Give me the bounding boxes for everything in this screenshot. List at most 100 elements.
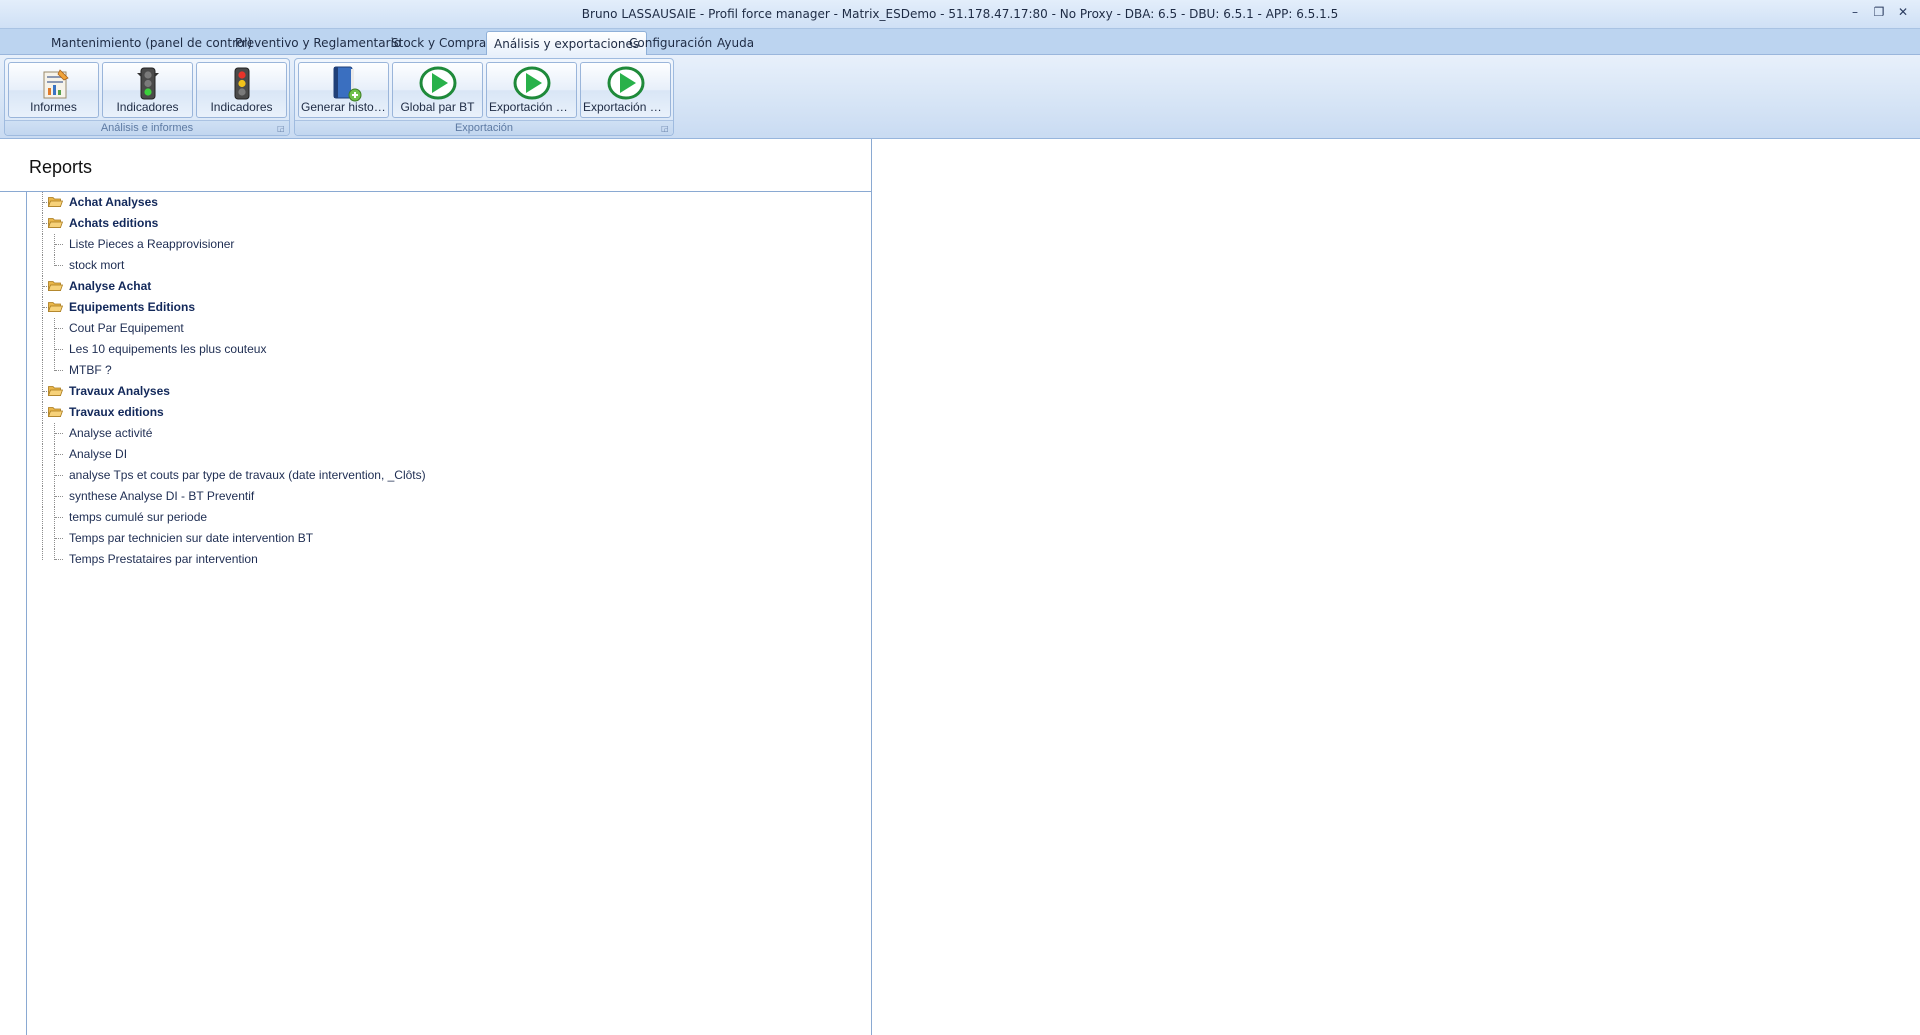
- title-bar: Bruno LASSAUSAIE - Profil force manager …: [0, 0, 1920, 29]
- reports-panel: Reports Achat Analyses Achats editions Lis…: [0, 139, 872, 1035]
- traffic-light-green-icon: [136, 67, 159, 100]
- ribbon: Informes Indicadores Indicadores Análisi…: [0, 55, 1920, 139]
- folder-open-icon: [48, 386, 63, 396]
- tree-leaf-label: Temps Prestataires par intervention: [69, 552, 258, 566]
- dialog-launcher-icon[interactable]: ◲: [661, 124, 670, 133]
- tree-guide-line: [42, 444, 43, 465]
- folder-open-icon: [48, 302, 63, 312]
- exportacion-g-button-1[interactable]: Exportación G...: [486, 62, 577, 118]
- tree-guide-line: [55, 328, 63, 329]
- group-label-exportacion: Exportación: [295, 120, 673, 135]
- indicadores-red-button[interactable]: Indicadores: [196, 62, 287, 118]
- panel-title: Reports: [29, 157, 93, 177]
- tree-guide-line: [42, 360, 43, 381]
- tree-leaf[interactable]: synthese Analyse DI - BT Preventif: [27, 486, 867, 507]
- tree-leaf-label: analyse Tps et couts par type de travaux…: [69, 468, 426, 482]
- tree-guide-line: [42, 486, 43, 507]
- tree-guide-line: [42, 528, 43, 549]
- global-par-bt-button[interactable]: Global par BT: [392, 62, 483, 118]
- indicadores-green-button[interactable]: Indicadores: [102, 62, 193, 118]
- tree-guide-line: [42, 507, 43, 528]
- indicadores-green-label: Indicadores: [116, 100, 179, 114]
- tree-folder-label: Analyse Achat: [69, 279, 152, 293]
- tree-leaf-label: Analyse activité: [69, 426, 153, 440]
- tree-folder[interactable]: Achats editions: [27, 213, 867, 234]
- tree-guide-line: [55, 496, 63, 497]
- tab-preventivo[interactable]: Preventivo y Reglamentario: [228, 31, 408, 55]
- tree-guide-line: [42, 549, 43, 560]
- tree-guide-line: [55, 475, 63, 476]
- tree-leaf-label: Temps par technicien sur date interventi…: [69, 531, 314, 545]
- tree-folder[interactable]: Travaux Analyses: [27, 381, 867, 402]
- tree-leaf[interactable]: analyse Tps et couts par type de travaux…: [27, 465, 867, 486]
- minimize-button[interactable]: –: [1846, 4, 1864, 20]
- tab-ayuda[interactable]: Ayuda: [710, 31, 761, 55]
- tree-folder[interactable]: Travaux editions: [27, 402, 867, 423]
- generar-historico-label: Generar histori...: [301, 100, 386, 114]
- exportacion-g-label-2: Exportación G...: [583, 100, 668, 114]
- folder-open-icon: [48, 218, 63, 228]
- tree-leaf[interactable]: Analyse DI: [27, 444, 867, 465]
- tree-guide-line: [55, 538, 63, 539]
- tree-guide-line: [42, 234, 43, 255]
- indicadores-red-label: Indicadores: [210, 100, 273, 114]
- exportacion-g-label-1: Exportación G...: [489, 100, 574, 114]
- maximize-button[interactable]: ❐: [1870, 4, 1888, 20]
- tab-configuracion[interactable]: Configuración: [622, 31, 719, 55]
- tree-folder-label: Travaux editions: [69, 405, 164, 419]
- tree-leaf-label: MTBF ?: [69, 363, 112, 377]
- group-label-analisis: Análisis e informes: [5, 120, 289, 135]
- tree-folder-label: Achats editions: [69, 216, 159, 230]
- play-icon: [419, 66, 456, 100]
- book-add-icon: [333, 66, 361, 102]
- tree-guide-line: [55, 433, 63, 434]
- tree-leaf[interactable]: Analyse activité: [27, 423, 867, 444]
- tree-leaf[interactable]: Liste Pieces a Reapprovisioner: [27, 234, 867, 255]
- menu-bar: Mantenimiento (panel de control) Prevent…: [0, 29, 1920, 55]
- informes-button[interactable]: Informes: [8, 62, 99, 118]
- tree-folder[interactable]: Equipements Editions: [27, 297, 867, 318]
- generar-historico-button[interactable]: Generar histori...: [298, 62, 389, 118]
- content-area: [873, 139, 1920, 1035]
- tree-leaf[interactable]: stock mort: [27, 255, 867, 276]
- tree-leaf[interactable]: Temps Prestataires par intervention: [27, 549, 867, 570]
- tree-guide-line: [42, 318, 43, 339]
- tree-guide-line: [42, 255, 43, 276]
- tree-leaf[interactable]: temps cumulé sur periode: [27, 507, 867, 528]
- tree-guide-line: [55, 244, 63, 245]
- tab-stock-compras[interactable]: Stock y Compras: [384, 31, 500, 55]
- tree-guide-line: [42, 423, 43, 444]
- ribbon-group-analisis: Informes Indicadores Indicadores Análisi…: [4, 58, 290, 136]
- tree-folder[interactable]: Achat Analyses: [27, 192, 867, 213]
- tree-leaf[interactable]: MTBF ?: [27, 360, 867, 381]
- traffic-light-red-icon: [234, 67, 249, 100]
- tree-folder-label: Travaux Analyses: [69, 384, 170, 398]
- close-button[interactable]: ✕: [1894, 4, 1912, 20]
- tree-guide-line: [55, 370, 63, 371]
- tree-leaf-label: Analyse DI: [69, 447, 128, 461]
- folder-open-icon: [48, 281, 63, 291]
- tree-leaf[interactable]: Les 10 equipements les plus couteux: [27, 339, 867, 360]
- tree-folder-label: Equipements Editions: [69, 300, 196, 314]
- tree-guide-line: [55, 517, 63, 518]
- tree-guide-line: [55, 559, 63, 560]
- tree-leaf-label: Les 10 equipements les plus couteux: [69, 342, 267, 356]
- app-window: Bruno LASSAUSAIE - Profil force manager …: [0, 0, 1920, 1035]
- reports-tree[interactable]: Achat Analyses Achats editions Liste Piece…: [26, 192, 872, 1035]
- play-icon: [607, 66, 644, 100]
- folder-open-icon: [48, 407, 63, 417]
- exportacion-g-button-2[interactable]: Exportación G...: [580, 62, 671, 118]
- tree-folder-label: Achat Analyses: [69, 195, 158, 209]
- tree-leaf-label: Liste Pieces a Reapprovisioner: [69, 237, 235, 251]
- tree-guide-line: [55, 454, 63, 455]
- dialog-launcher-icon[interactable]: ◲: [277, 124, 286, 133]
- tree-leaf[interactable]: Cout Par Equipement: [27, 318, 867, 339]
- window-controls: – ❐ ✕: [1846, 4, 1912, 20]
- tree-leaf[interactable]: Temps par technicien sur date interventi…: [27, 528, 867, 549]
- tree-folder[interactable]: Analyse Achat: [27, 276, 867, 297]
- tree-guide-line: [55, 265, 63, 266]
- tree-leaf-label: Cout Par Equipement: [69, 321, 184, 335]
- informes-label: Informes: [30, 100, 77, 114]
- tab-mantenimiento[interactable]: Mantenimiento (panel de control): [44, 31, 259, 55]
- tree-guide-line: [55, 349, 63, 350]
